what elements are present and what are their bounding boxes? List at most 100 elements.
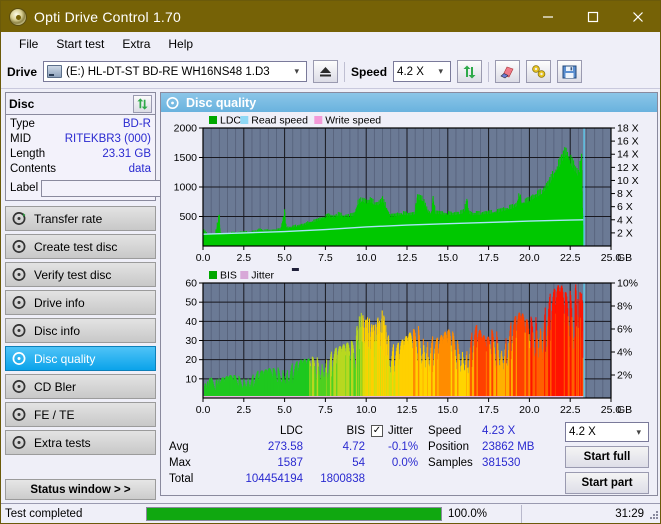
menu-bar: File Start test Extra Help [1, 32, 660, 55]
sidebar-item-fe-te[interactable]: FE / TE [5, 402, 156, 427]
svg-text:10: 10 [185, 373, 197, 385]
maximize-button[interactable] [570, 1, 615, 32]
svg-text:2.5: 2.5 [236, 252, 251, 264]
stats-row-max-ldc: 1587 [277, 457, 303, 469]
chevron-down-icon: ▾ [438, 66, 444, 76]
disc-refresh-button[interactable] [133, 94, 152, 113]
jitter-checkbox[interactable]: ✓ [371, 425, 383, 437]
disc-panel: Disc Type BD-R MID RITEKBR3 (000) Length… [5, 92, 239, 201]
drive-toolbar: Drive (E:) HL-DT-ST BD-RE WH16NS48 1.D3 … [1, 55, 660, 89]
minimize-button[interactable] [525, 1, 570, 32]
svg-text:Jitter: Jitter [251, 270, 274, 282]
menu-start-test[interactable]: Start test [47, 35, 113, 53]
stats-panel: LDC BIS Avg 273.58 4.72 Max 1587 54 Tota… [161, 419, 657, 495]
toolbar-divider [488, 61, 490, 82]
jitter-value-1: -0.1% [388, 441, 419, 453]
drive-select[interactable]: (E:) HL-DT-ST BD-RE WH16NS48 1.D3 ▾ [43, 61, 308, 82]
extra-tests-icon [12, 435, 27, 450]
jitter-value-2: 0.0% [391, 457, 419, 469]
jitter-label: Jitter [388, 425, 413, 437]
sidebar-item-label: Verify test disc [34, 267, 112, 282]
svg-text:7.5: 7.5 [318, 404, 333, 416]
error-stats-table: LDC BIS Avg 273.58 4.72 Max 1587 54 Tota… [161, 423, 365, 495]
stats-row-total-bis: 1800838 [320, 473, 365, 485]
drive-select-value: (E:) HL-DT-ST BD-RE WH16NS48 1.D3 [66, 65, 270, 78]
erase-button[interactable] [495, 60, 521, 83]
svg-text:40: 40 [185, 316, 197, 328]
sidebar-item-cd-bler[interactable]: CD Bler [5, 374, 156, 399]
stats-row-max-bis: 54 [352, 457, 365, 469]
window-title: Opti Drive Control 1.70 [34, 8, 181, 25]
sidebar-nav: Transfer rate Create test disc Verify te… [5, 206, 156, 455]
sidebar-item-transfer-rate[interactable]: Transfer rate [5, 206, 156, 231]
disc-panel-header: Disc [6, 93, 155, 115]
disc-quality-icon [12, 351, 27, 366]
start-full-button[interactable]: Start full [565, 446, 649, 468]
sidebar-item-verify-test-disc[interactable]: Verify test disc [5, 262, 156, 287]
stats-row-total-ldc: 104454194 [245, 473, 303, 485]
disc-info-rows: Type BD-R MID RITEKBR3 (000) Length 23.3… [6, 115, 239, 200]
svg-text:20.0: 20.0 [519, 252, 540, 264]
tools-button[interactable] [526, 60, 552, 83]
sidebar-item-extra-tests[interactable]: Extra tests [5, 430, 156, 455]
sidebar-item-label: FE / TE [34, 407, 75, 422]
menu-extra[interactable]: Extra [113, 35, 159, 53]
action-panel: 4.2 X ▾ Start full Start part [565, 422, 649, 494]
app-window: Opti Drive Control 1.70 File Start test … [0, 0, 661, 524]
svg-text:12.5: 12.5 [397, 252, 418, 264]
svg-text:6 X: 6 X [617, 201, 633, 213]
main-panel-title: Disc quality [186, 95, 257, 110]
disc-row-contents-value: data [128, 163, 151, 175]
svg-text:0.0: 0.0 [196, 252, 211, 264]
speed-stats-table: Speed 4.23 X Position 23862 MB Samples 3… [418, 423, 546, 495]
sidebar-item-disc-quality[interactable]: Disc quality [5, 346, 156, 371]
save-button[interactable] [557, 60, 583, 83]
stats-row-max-key: Max [169, 457, 191, 469]
menu-file[interactable]: File [10, 35, 47, 53]
test-speed-select[interactable]: 4.2 X ▾ [565, 422, 649, 442]
stats-row-avg-bis: 4.72 [342, 441, 365, 453]
start-part-button[interactable]: Start part [565, 472, 649, 494]
svg-text:10 X: 10 X [617, 175, 639, 187]
sidebar-item-drive-info[interactable]: Drive info [5, 290, 156, 315]
svg-text:10.0: 10.0 [356, 404, 377, 416]
app-disc-icon [9, 7, 27, 26]
svg-text:22.5: 22.5 [560, 252, 581, 264]
title-bar: Opti Drive Control 1.70 [1, 1, 660, 32]
speed-label: Speed [351, 64, 388, 79]
svg-text:18 X: 18 X [617, 123, 639, 135]
svg-text:2%: 2% [617, 370, 632, 382]
position-key: Position [428, 441, 469, 453]
stats-row-total-key: Total [169, 473, 194, 485]
main-panel-header: Disc quality [161, 93, 657, 112]
svg-text:Read speed: Read speed [251, 115, 308, 127]
menu-help[interactable]: Help [159, 35, 202, 53]
speed-select-value: 4.2 X [397, 65, 424, 78]
svg-text:7.5: 7.5 [318, 252, 333, 264]
svg-text:10.0: 10.0 [356, 252, 377, 264]
svg-text:10%: 10% [617, 278, 638, 290]
progress-percent: 100.0% [442, 504, 522, 523]
svg-text:4 X: 4 X [617, 214, 633, 226]
disc-verify-icon [12, 267, 27, 282]
speed-select[interactable]: 4.2 X ▾ [393, 61, 452, 82]
sidebar-item-label: Drive info [34, 295, 85, 310]
eject-button[interactable] [313, 60, 339, 83]
disc-label-key: Label [10, 182, 39, 194]
refresh-button[interactable] [457, 60, 483, 83]
sidebar-item-disc-info[interactable]: Disc info [5, 318, 156, 343]
toolbar-divider [344, 61, 346, 82]
bis-jitter-chart: BIS Jitter 10 20 30 40 50 60 2% 4% 6% 8% 10% 0.0 2.5 5.… [161, 267, 657, 419]
svg-text:22.5: 22.5 [560, 404, 581, 416]
svg-text:5.0: 5.0 [277, 404, 292, 416]
resize-grip[interactable] [648, 509, 660, 521]
status-window-button[interactable]: Status window > > [5, 479, 156, 500]
svg-text:15.0: 15.0 [438, 404, 459, 416]
position-value: 23862 MB [482, 441, 535, 453]
sidebar-item-create-test-disc[interactable]: Create test disc [5, 234, 156, 259]
disc-row-contents-key: Contents [10, 163, 57, 175]
drive-icon [47, 65, 63, 78]
jitter-values: Jitter -0.1% 0.0% [388, 423, 418, 471]
close-button[interactable] [615, 1, 660, 32]
disc-row-contents: Contents data [10, 162, 151, 177]
